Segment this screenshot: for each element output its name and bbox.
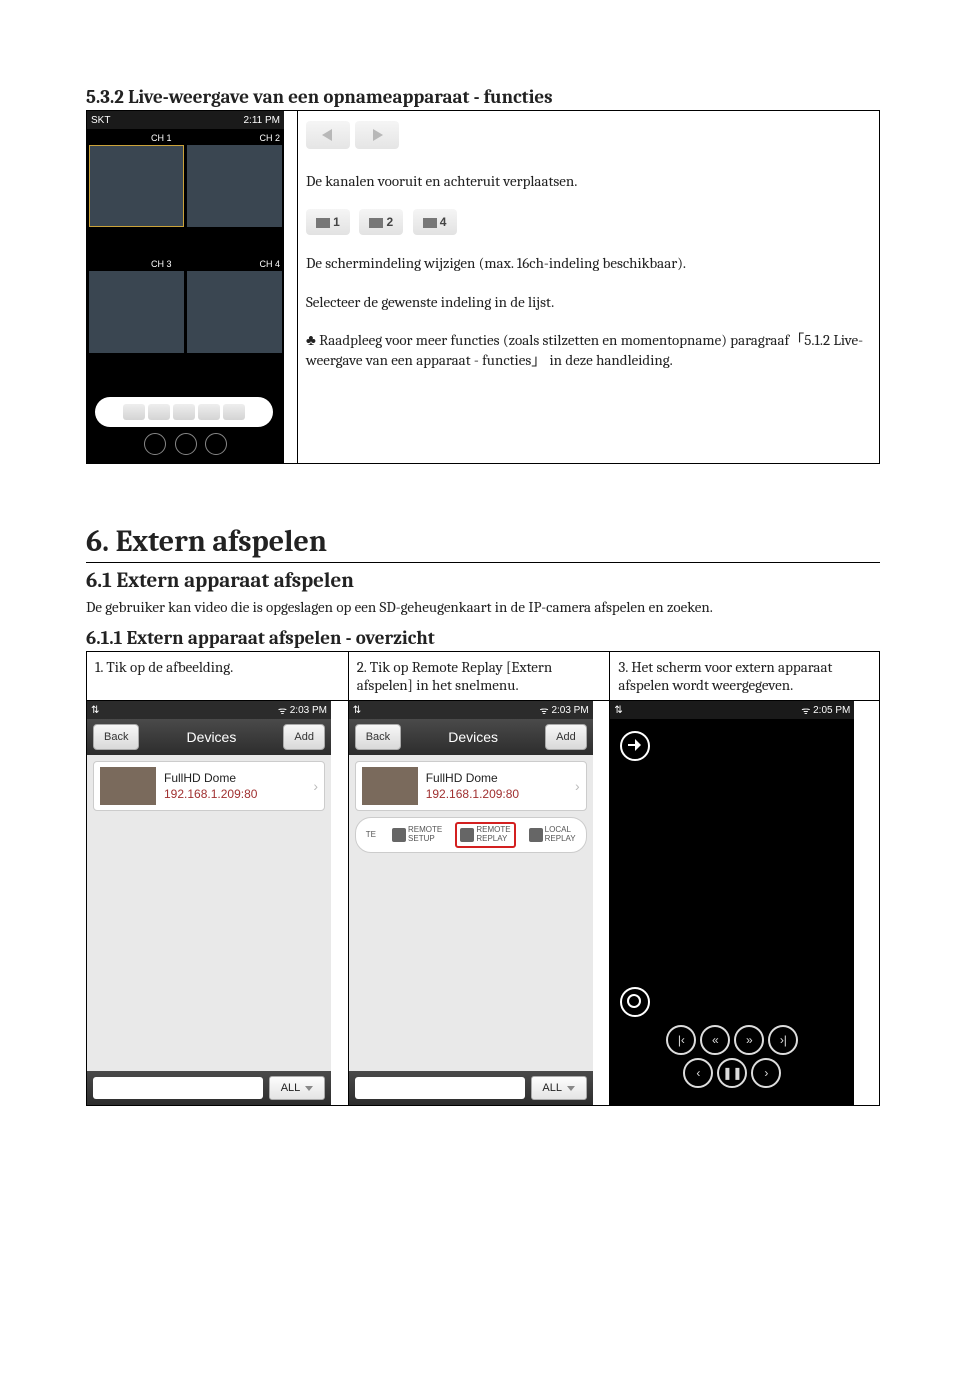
- usb-icon: ⇅: [353, 705, 361, 716]
- step-back-icon[interactable]: ‹: [683, 1058, 713, 1088]
- header-title: Devices: [401, 729, 545, 745]
- layout-buttons-graphic: 1 2 4: [306, 209, 871, 235]
- channel-4-label: CH 4: [259, 259, 280, 269]
- channel-2-tile[interactable]: [187, 145, 282, 227]
- carrier-label: SKT: [91, 115, 110, 126]
- usb-icon: ⇅: [614, 705, 622, 716]
- desc-layout-2: Selecteer de gewenste indeling in de lij…: [306, 292, 871, 312]
- bottom-controls: [87, 433, 284, 459]
- pause-icon[interactable]: ❚❚: [717, 1058, 747, 1088]
- channel-2-label: CH 2: [259, 133, 280, 143]
- channel-1-tile[interactable]: [89, 145, 184, 227]
- forward-icon[interactable]: »: [734, 1025, 764, 1055]
- heading-6: 6. Extern afspelen: [86, 524, 880, 563]
- back-button[interactable]: Back: [355, 724, 401, 750]
- search-input[interactable]: [355, 1077, 525, 1099]
- layout-toolbar[interactable]: [95, 397, 273, 427]
- search-icon[interactable]: [620, 987, 650, 1017]
- heading-6-1-1: 6.1.1 Extern apparaat afspelen - overzic…: [86, 627, 880, 649]
- rewind-icon[interactable]: «: [700, 1025, 730, 1055]
- device-thumbnail[interactable]: [100, 767, 156, 805]
- skip-end-icon[interactable]: ›|: [768, 1025, 798, 1055]
- desc-channels: De kanalen vooruit en achteruit verplaat…: [306, 171, 871, 191]
- skip-start-icon[interactable]: |‹: [666, 1025, 696, 1055]
- add-button[interactable]: Add: [545, 724, 587, 750]
- layout-2-icon: 2: [359, 209, 403, 235]
- quick-menu: TE REMOTE SETUP REMOTE REPLAY LOCAL REPL…: [355, 817, 587, 853]
- chevron-right-icon[interactable]: ›: [313, 778, 318, 794]
- device-ip: 192.168.1.209:80: [426, 786, 567, 802]
- pause-icon[interactable]: [205, 433, 227, 455]
- next-channel-icon: [355, 121, 399, 149]
- search-input[interactable]: [93, 1077, 263, 1099]
- status-time: 2:05 PM: [813, 705, 850, 716]
- step-3-caption: 3. Het scherm voor extern apparaat afspe…: [610, 652, 880, 701]
- step-1-caption: 1. Tik op de afbeelding.: [87, 652, 349, 701]
- layout-4-icon: 4: [413, 209, 457, 235]
- channel-3-label: CH 3: [151, 259, 172, 269]
- table-6-1-1: 1. Tik op de afbeelding. 2. Tik op Remot…: [86, 651, 880, 1106]
- chevron-right-icon[interactable]: ›: [575, 778, 580, 794]
- heading-5-3-2: 5.3.2 Live-weergave van een opnameappara…: [86, 86, 880, 108]
- heading-6-1: 6.1 Extern apparaat afspelen: [86, 569, 880, 593]
- header-title: Devices: [139, 729, 283, 745]
- back-button[interactable]: Back: [93, 724, 139, 750]
- device-row[interactable]: FullHD Dome 192.168.1.209:80 ›: [355, 761, 587, 811]
- desc-layout-1: De schermindeling wijzigen (max. 16ch-in…: [306, 253, 871, 273]
- quick-local-replay[interactable]: LOCAL REPLAY: [526, 822, 579, 848]
- quick-remote-replay[interactable]: REMOTE REPLAY: [455, 822, 515, 848]
- remote-replay-icon: [460, 828, 474, 842]
- wifi-icon: ᯤ: [801, 703, 810, 717]
- device-row[interactable]: FullHD Dome 192.168.1.209:80 ›: [93, 761, 325, 811]
- filter-all-dropdown[interactable]: ALL: [531, 1076, 587, 1100]
- device-name: FullHD Dome: [426, 770, 567, 786]
- step-2-caption: 2. Tik op Remote Replay [Extern afspelen…: [348, 652, 610, 701]
- channel-4-tile[interactable]: [187, 271, 282, 353]
- desc-reference: ♣ Raadpleeg voor meer functies (zoals st…: [306, 330, 871, 371]
- device-thumbnail[interactable]: [362, 767, 418, 805]
- screenshot-devices-2: ⇅ ᯤ 2:03 PM Back Devices Add FullHD Dome …: [349, 701, 593, 1105]
- quick-remote-setup[interactable]: REMOTE SETUP: [389, 822, 445, 848]
- screenshot-devices-1: ⇅ ᯤ 2:03 PM Back Devices Add FullHD Dome …: [87, 701, 331, 1105]
- prev-channel-icon: [306, 121, 350, 149]
- add-button[interactable]: Add: [283, 724, 325, 750]
- screenshot-live-4ch: SKT 2:11 PM CH 1 CH 2 CH 3 CH 4: [87, 111, 284, 463]
- step-fwd-icon[interactable]: ›: [751, 1058, 781, 1088]
- body-6-1: De gebruiker kan video die is opgeslagen…: [86, 597, 880, 617]
- playback-controls: |‹ « » ›| ‹ ❚❚ ›: [610, 1022, 854, 1091]
- device-name: FullHD Dome: [164, 770, 305, 786]
- exit-button[interactable]: [620, 731, 650, 761]
- local-replay-icon: [529, 828, 543, 842]
- table-5-3-2: SKT 2:11 PM CH 1 CH 2 CH 3 CH 4 De kanal…: [86, 110, 880, 464]
- wifi-icon: ᯤ: [540, 703, 549, 717]
- snapshot-icon[interactable]: [175, 433, 197, 455]
- usb-icon: ⇅: [91, 705, 99, 716]
- status-time: 2:03 PM: [290, 705, 327, 716]
- status-time: 2:03 PM: [551, 705, 588, 716]
- status-time: 2:11 PM: [244, 115, 281, 126]
- quick-delete[interactable]: TE: [363, 822, 379, 848]
- channel-1-label: CH 1: [151, 133, 172, 143]
- filter-all-dropdown[interactable]: ALL: [269, 1076, 325, 1100]
- wifi-icon: ᯤ: [278, 703, 287, 717]
- device-ip: 192.168.1.209:80: [164, 786, 305, 802]
- channel-3-tile[interactable]: [89, 271, 184, 353]
- remote-setup-icon: [392, 828, 406, 842]
- nav-buttons-graphic: [306, 121, 871, 153]
- layout-1-icon: 1: [306, 209, 350, 235]
- screenshot-player: ⇅ ᯤ 2:05 PM |‹ « » ›| ‹ ❚❚ ›: [610, 701, 854, 1105]
- record-icon[interactable]: [144, 433, 166, 455]
